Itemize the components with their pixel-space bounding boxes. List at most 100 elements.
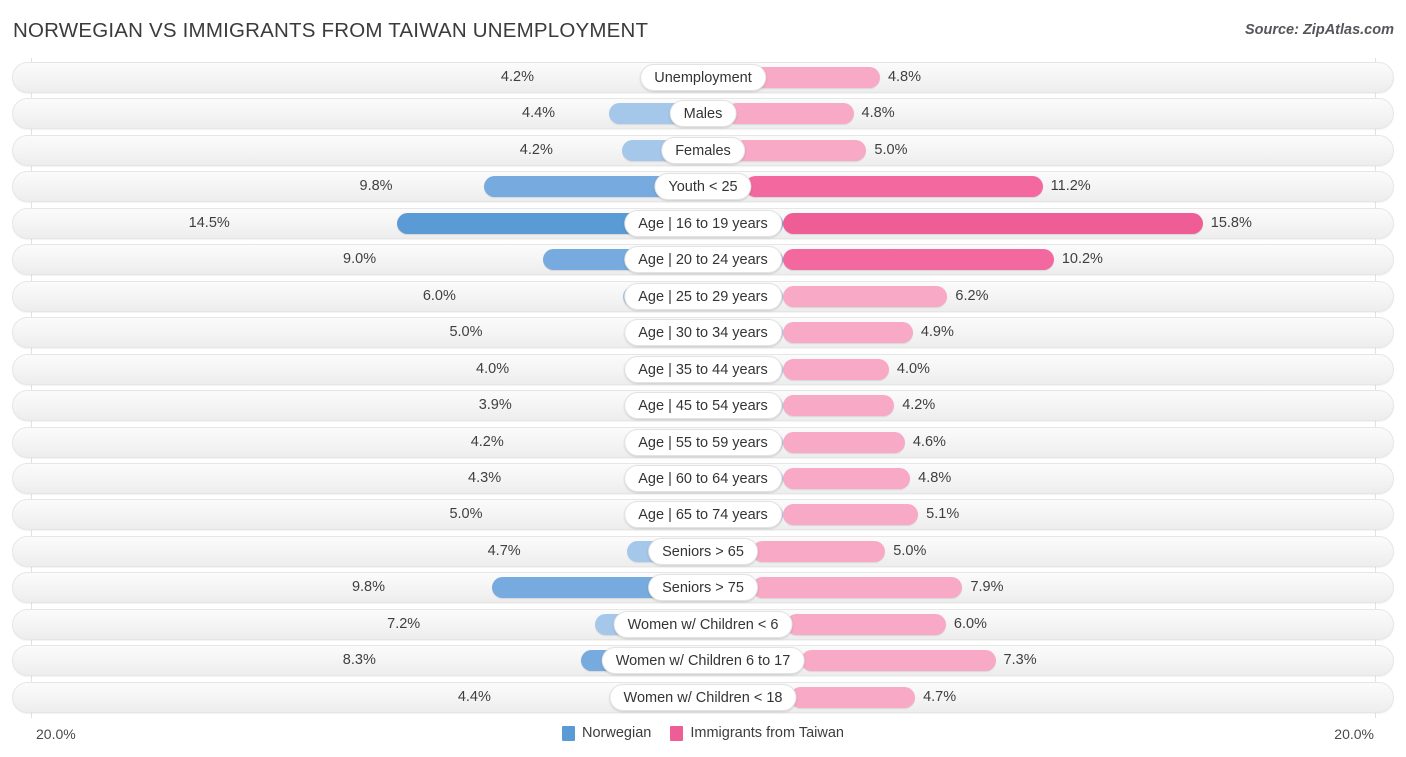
legend-swatch bbox=[562, 725, 576, 741]
value-label-right: 5.0% bbox=[893, 542, 927, 559]
bar-right bbox=[782, 249, 1054, 271]
chart-row: 8.3% 7.3% Women w/ Children 6 to 17 bbox=[12, 645, 1394, 677]
category-label: Age | 60 to 64 years bbox=[624, 464, 782, 492]
chart-row: 4.3% 4.8% Age | 60 to 64 years bbox=[12, 462, 1394, 494]
category-label: Age | 20 to 24 years bbox=[624, 246, 782, 274]
axis-max-left: 20.0% bbox=[36, 726, 76, 742]
bar-right bbox=[752, 577, 963, 599]
value-label-left: 6.0% bbox=[422, 287, 456, 304]
value-label-right: 10.2% bbox=[1061, 251, 1103, 268]
bar-right bbox=[752, 67, 880, 88]
value-label-right: 4.9% bbox=[920, 324, 954, 341]
value-label-left: 14.5% bbox=[188, 214, 230, 231]
category-label: Unemployment bbox=[640, 64, 766, 91]
bar-right bbox=[782, 322, 913, 344]
value-label-left: 4.7% bbox=[487, 542, 521, 559]
chart-row: 5.0% 5.1% Age | 65 to 74 years bbox=[12, 499, 1394, 531]
legend-item: Norwegian bbox=[562, 725, 651, 741]
category-label: Age | 25 to 29 years bbox=[624, 282, 782, 310]
value-label-left: 4.4% bbox=[522, 105, 556, 122]
value-label-right: 4.0% bbox=[896, 360, 930, 377]
bar-right bbox=[725, 103, 854, 125]
value-label-right: 6.0% bbox=[953, 615, 987, 632]
value-label-right: 7.3% bbox=[1003, 652, 1037, 669]
chart-row: 4.2% 4.6% Age | 55 to 59 years bbox=[12, 426, 1394, 458]
chart-row: 4.4% 4.7% Women w/ Children < 18 bbox=[12, 681, 1394, 713]
legend-item: Immigrants from Taiwan bbox=[670, 725, 844, 741]
value-label-left: 9.8% bbox=[351, 579, 386, 596]
chart-row: 9.8% 7.9% Seniors > 75 bbox=[12, 572, 1394, 604]
category-label: Age | 45 to 54 years bbox=[624, 392, 782, 420]
value-label-right: 4.6% bbox=[912, 433, 946, 450]
bar-right bbox=[782, 467, 911, 489]
bar-right bbox=[790, 686, 916, 708]
value-label-left: 8.3% bbox=[342, 652, 376, 669]
value-label-left: 4.2% bbox=[470, 433, 504, 450]
bar-right bbox=[801, 650, 996, 672]
category-label: Women w/ Children 6 to 17 bbox=[601, 647, 805, 675]
chart-header: NORWEGIAN VS IMMIGRANTS FROM TAIWAN UNEM… bbox=[0, 0, 1406, 58]
chart-footer: 20.0% 20.0% Norwegian Immigrants from Tai… bbox=[0, 718, 1406, 757]
category-label: Seniors > 65 bbox=[648, 537, 758, 565]
value-label-right: 15.8% bbox=[1210, 214, 1252, 231]
chart-legend: Norwegian Immigrants from Taiwan bbox=[562, 725, 844, 741]
bar-right bbox=[782, 504, 919, 526]
legend-swatch bbox=[670, 725, 684, 741]
value-label-right: 5.1% bbox=[926, 506, 960, 523]
category-label: Males bbox=[669, 100, 737, 128]
chart-row: 5.0% 4.9% Age | 30 to 34 years bbox=[12, 317, 1394, 349]
value-label-right: 4.7% bbox=[923, 688, 957, 705]
bar-right bbox=[782, 358, 889, 380]
value-label-left: 9.0% bbox=[343, 251, 377, 268]
bar-right bbox=[782, 285, 948, 307]
chart-row: 7.2% 6.0% Women w/ Children < 6 bbox=[12, 608, 1394, 640]
axis-max-right: 20.0% bbox=[1334, 726, 1374, 742]
chart-row: 3.9% 4.2% Age | 45 to 54 years bbox=[12, 390, 1394, 422]
category-label: Age | 16 to 19 years bbox=[624, 209, 782, 237]
value-label-left: 4.0% bbox=[476, 360, 510, 377]
legend-label: Immigrants from Taiwan bbox=[690, 725, 844, 741]
chart-row: 4.2% 5.0% Females bbox=[12, 134, 1394, 166]
value-label-right: 4.2% bbox=[902, 397, 936, 414]
value-label-left: 4.2% bbox=[519, 141, 553, 158]
category-label: Seniors > 75 bbox=[648, 574, 758, 602]
chart-row: 14.5% 15.8% Age | 16 to 19 years bbox=[12, 207, 1394, 239]
category-label: Youth < 25 bbox=[654, 173, 752, 201]
bar-right bbox=[782, 395, 895, 417]
value-label-right: 4.8% bbox=[861, 105, 895, 122]
value-label-left: 4.3% bbox=[468, 469, 502, 486]
bar-right bbox=[786, 613, 946, 635]
bar-right bbox=[752, 540, 886, 562]
value-label-right: 5.0% bbox=[874, 141, 908, 158]
page-title: NORWEGIAN VS IMMIGRANTS FROM TAIWAN UNEM… bbox=[13, 19, 649, 42]
value-label-left: 4.2% bbox=[500, 69, 534, 85]
chart-row: 4.4% 4.8% Males bbox=[12, 98, 1394, 130]
value-label-left: 5.0% bbox=[449, 324, 483, 341]
category-label: Age | 55 to 59 years bbox=[624, 428, 782, 456]
category-label: Women w/ Children < 18 bbox=[609, 683, 797, 711]
value-label-left: 9.8% bbox=[359, 178, 393, 195]
chart-row: 4.0% 4.0% Age | 35 to 44 years bbox=[12, 353, 1394, 385]
source-label: Source: ZipAtlas.com bbox=[1244, 22, 1394, 38]
category-label: Age | 65 to 74 years bbox=[624, 501, 782, 529]
legend-label: Norwegian bbox=[582, 725, 652, 741]
bar-right bbox=[744, 176, 1043, 198]
bar-right bbox=[733, 139, 867, 161]
chart-row: 4.2% 4.8% Unemployment bbox=[12, 62, 1394, 93]
value-label-left: 3.9% bbox=[478, 397, 512, 414]
value-label-left: 4.4% bbox=[457, 688, 491, 705]
category-label: Age | 30 to 34 years bbox=[624, 319, 782, 347]
value-label-right: 11.2% bbox=[1050, 178, 1091, 195]
value-label-right: 4.8% bbox=[887, 69, 922, 85]
value-label-right: 6.2% bbox=[955, 287, 989, 304]
bar-right bbox=[782, 431, 905, 453]
value-label-left: 7.2% bbox=[387, 615, 421, 632]
value-label-right: 4.8% bbox=[918, 469, 952, 486]
value-label-left: 5.0% bbox=[449, 506, 483, 523]
chart-row: 9.8% 11.2% Youth < 25 bbox=[12, 171, 1394, 203]
bar-right bbox=[782, 212, 1203, 234]
category-label: Age | 35 to 44 years bbox=[624, 355, 782, 383]
chart-row: 4.7% 5.0% Seniors > 65 bbox=[12, 535, 1394, 567]
chart-row: 9.0% 10.2% Age | 20 to 24 years bbox=[12, 244, 1394, 276]
category-label: Females bbox=[661, 136, 745, 164]
